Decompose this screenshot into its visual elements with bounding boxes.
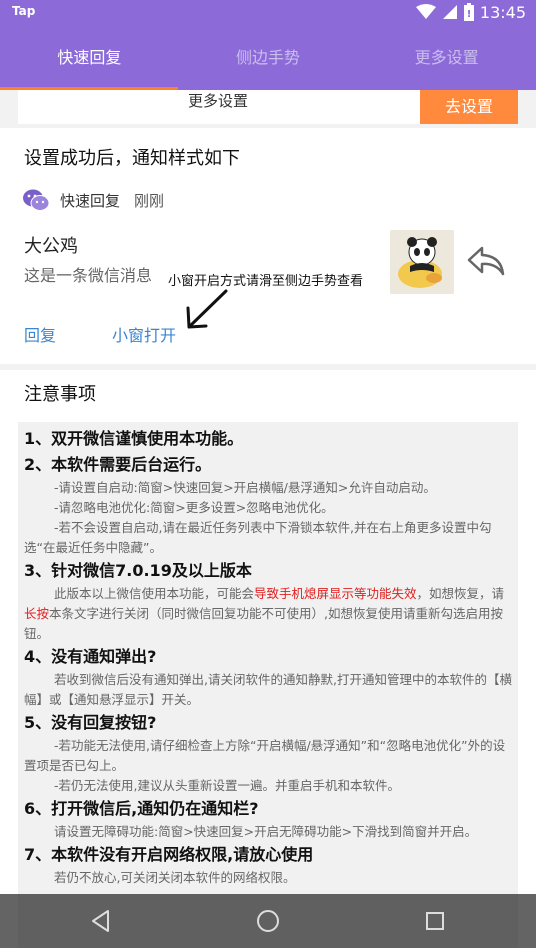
note-5b: -若仍无法使用,建议从头重新设置一遍。并重启手机和本软件。	[54, 778, 400, 793]
status-icons: ! 13:45	[415, 0, 526, 24]
notes-title: 注意事项	[24, 384, 96, 405]
note-3a-warning: 导致手机熄屏显示等功能失效	[254, 586, 417, 601]
battery-icon: !	[463, 3, 474, 21]
notification-preview-card: 设置成功后，通知样式如下 快速回复 刚刚 大公鸡 这是一条微信消息 小窗开启方式…	[0, 128, 536, 364]
go-settings-button[interactable]: 去设置	[420, 90, 518, 124]
note-3: 3、针对微信7.0.19及以上版本	[24, 561, 252, 580]
system-nav-bar	[0, 894, 536, 948]
notification-sender: 大公鸡	[24, 236, 78, 257]
notification-message: 这是一条微信消息	[24, 266, 153, 285]
note-7: 7、本软件没有开启网络权限,请放心使用	[24, 845, 314, 864]
tab-more-settings[interactable]: 更多设置	[357, 38, 536, 78]
signal-icon	[442, 5, 457, 19]
annotation-arrow-icon	[186, 289, 228, 329]
annotation-text: 小窗开启方式请滑至侧边手势查看	[168, 270, 364, 289]
svg-text:!: !	[467, 9, 472, 20]
tab-side-gesture[interactable]: 侧边手势	[179, 38, 358, 78]
note-1: 1、双开微信谨慎使用本功能。	[24, 429, 244, 448]
note-3a-text-1: 此版本以上微信使用本功能，可能会	[54, 586, 255, 601]
note-4: 4、没有通知弹出?	[24, 647, 157, 666]
notes-card: 注意事项 1、双开微信谨慎使用本功能。 2、本软件需要后台运行。 -请设置自启动…	[0, 370, 536, 948]
preview-title: 设置成功后，通知样式如下	[24, 148, 240, 169]
note-2b: -请忽略电池优化:简窗>更多设置>忽略电池优化。	[54, 500, 334, 515]
status-app-label: Tap	[12, 4, 36, 18]
tab-bar: 快速回复 侧边手势 更多设置	[0, 38, 536, 78]
notification-time: 刚刚	[134, 191, 165, 210]
note-6a: 请设置无障碍功能:简窗>快速回复>开启无障碍功能>下滑找到简窗并开启。	[54, 824, 478, 839]
note-2c: -若不会设置自启动,请在最近任务列表中下滑锁本软件,并在右上角更多设置中勾选“在…	[24, 520, 492, 555]
note-3a[interactable]: 此版本以上微信使用本功能，可能会导致手机熄屏显示等功能失效，如想恢复，请长按本条…	[24, 584, 512, 644]
status-bar: Tap ! 13:45	[0, 0, 536, 24]
note-3a-text-3: 本条文字进行关闭（同时微信回复功能不可使用）,如想恢复使用请重新勾选启用按钮。	[24, 606, 503, 641]
note-7a: 若仍不放心,可关闭关闭本软件的网络权限。	[54, 870, 296, 885]
tab-quick-reply[interactable]: 快速回复	[0, 38, 179, 78]
open-window-action-button[interactable]: 小窗打开	[112, 322, 176, 346]
wifi-icon	[415, 4, 436, 19]
note-3a-text-2: ，如想恢复，请	[416, 586, 505, 601]
notification-header: 快速回复 刚刚	[22, 188, 164, 212]
home-icon[interactable]	[255, 908, 281, 934]
note-2: 2、本软件需要后台运行。	[24, 455, 212, 474]
note-5a: -若功能无法使用,请仔细检查上方除“开启横幅/悬浮通知”和“忽略电池优化”外的设…	[24, 738, 506, 773]
sticker-thumbnail	[390, 230, 454, 294]
notes-content[interactable]: 1、双开微信谨慎使用本功能。 2、本软件需要后台运行。 -请设置自启动:简窗>快…	[18, 422, 518, 948]
back-icon[interactable]	[88, 908, 114, 934]
more-settings-label: 更多设置	[188, 92, 249, 110]
note-2a: -请设置自启动:简窗>快速回复>开启横幅/悬浮通知>允许自动启动。	[54, 480, 436, 495]
panda-duck-sticker-icon	[390, 230, 454, 294]
note-6: 6、打开微信后,通知仍在通知栏?	[24, 799, 259, 818]
recents-icon[interactable]	[422, 908, 448, 934]
reply-action-button[interactable]: 回复	[24, 322, 56, 346]
app-header: Tap ! 13:45 快速回复 侧边手势 更多设置	[0, 0, 536, 90]
wechat-icon	[23, 189, 50, 211]
reply-arrow-icon[interactable]	[466, 244, 506, 278]
notification-app-name: 快速回复	[60, 191, 121, 210]
note-5: 5、没有回复按钮?	[24, 713, 157, 732]
note-3a-long-press: 长按	[24, 606, 50, 621]
status-time: 13:45	[479, 2, 526, 22]
note-4a: 若收到微信后没有通知弹出,请关闭软件的通知静默,打开通知管理中的本软件的【横幅】…	[24, 672, 512, 707]
